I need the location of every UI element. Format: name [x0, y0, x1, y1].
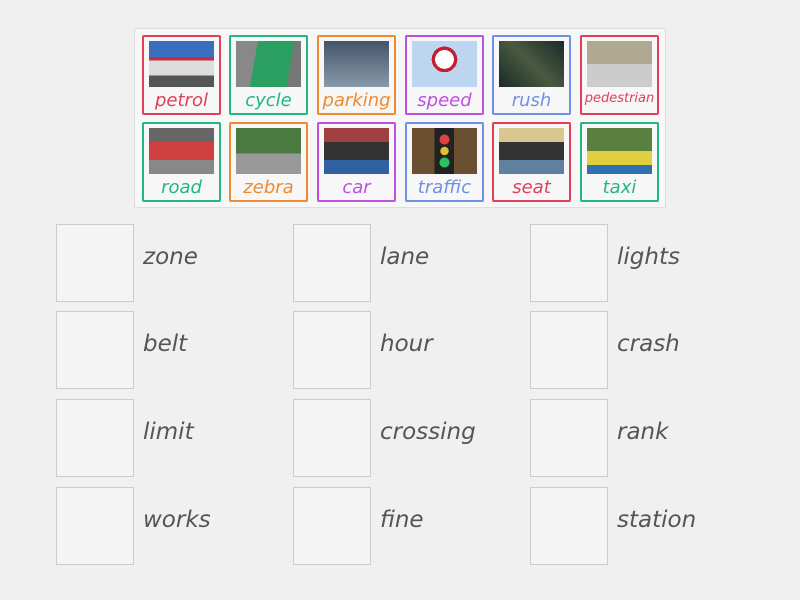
card-cycle[interactable]: cycle: [229, 35, 308, 115]
target-word: station: [617, 507, 697, 533]
drop-slot-crossing[interactable]: [293, 399, 371, 477]
card-label: rush: [511, 90, 552, 111]
target-word: limit: [143, 419, 194, 445]
card-road[interactable]: road: [142, 122, 221, 202]
card-label: pedestrian: [584, 91, 655, 106]
drop-slot-lights[interactable]: [530, 224, 608, 302]
car-crash-image: [324, 128, 389, 174]
card-label: road: [161, 177, 202, 198]
card-label: petrol: [155, 90, 208, 111]
speed-limit-sign-30-image: [412, 41, 477, 87]
pedestrian-street-image: [587, 41, 652, 87]
parking-ticket-image: [324, 41, 389, 87]
drop-slot-zone[interactable]: [56, 224, 134, 302]
traffic-lights-image: [412, 128, 477, 174]
card-label: speed: [417, 90, 472, 111]
target-word: rank: [617, 419, 669, 445]
drop-slot-hour[interactable]: [293, 311, 371, 389]
card-rush[interactable]: rush: [492, 35, 571, 115]
target-word: zone: [143, 244, 198, 270]
card-pedestrian[interactable]: pedestrian: [580, 35, 659, 115]
card-taxi[interactable]: taxi: [580, 122, 659, 202]
drop-slot-limit[interactable]: [56, 399, 134, 477]
card-petrol[interactable]: petrol: [142, 35, 221, 115]
taxi-rank-image: [587, 128, 652, 174]
target-word: belt: [143, 331, 188, 357]
drop-slot-station[interactable]: [530, 487, 608, 565]
card-seat[interactable]: seat: [492, 122, 571, 202]
card-label: traffic: [417, 177, 472, 198]
target-word: crossing: [380, 419, 476, 445]
target-word: crash: [617, 331, 680, 357]
drop-slot-crash[interactable]: [530, 311, 608, 389]
seat-belt-image: [499, 128, 564, 174]
card-label: seat: [512, 177, 551, 198]
drop-slot-rank[interactable]: [530, 399, 608, 477]
card-label: parking: [322, 90, 391, 111]
target-word: works: [143, 507, 211, 533]
card-traffic[interactable]: traffic: [405, 122, 484, 202]
card-zebra[interactable]: zebra: [229, 122, 308, 202]
road-works-image: [149, 128, 214, 174]
drop-slot-fine[interactable]: [293, 487, 371, 565]
aerial-traffic-image: [499, 41, 564, 87]
drop-slot-belt[interactable]: [56, 311, 134, 389]
cycle-lane-image: [236, 41, 301, 87]
card-label: zebra: [243, 177, 294, 198]
card-label: taxi: [602, 177, 637, 198]
card-label: car: [342, 177, 371, 198]
zebra-crossing-image: [236, 128, 301, 174]
card-speed[interactable]: speed: [405, 35, 484, 115]
card-parking[interactable]: parking: [317, 35, 396, 115]
card-car[interactable]: car: [317, 122, 396, 202]
drop-slot-lane[interactable]: [293, 224, 371, 302]
card-label: cycle: [245, 90, 292, 111]
target-word: lights: [617, 244, 680, 270]
drop-slot-works[interactable]: [56, 487, 134, 565]
petrol-station-image: [149, 41, 214, 87]
target-word: lane: [380, 244, 430, 270]
target-word: hour: [380, 331, 433, 357]
target-word: fine: [380, 507, 424, 533]
